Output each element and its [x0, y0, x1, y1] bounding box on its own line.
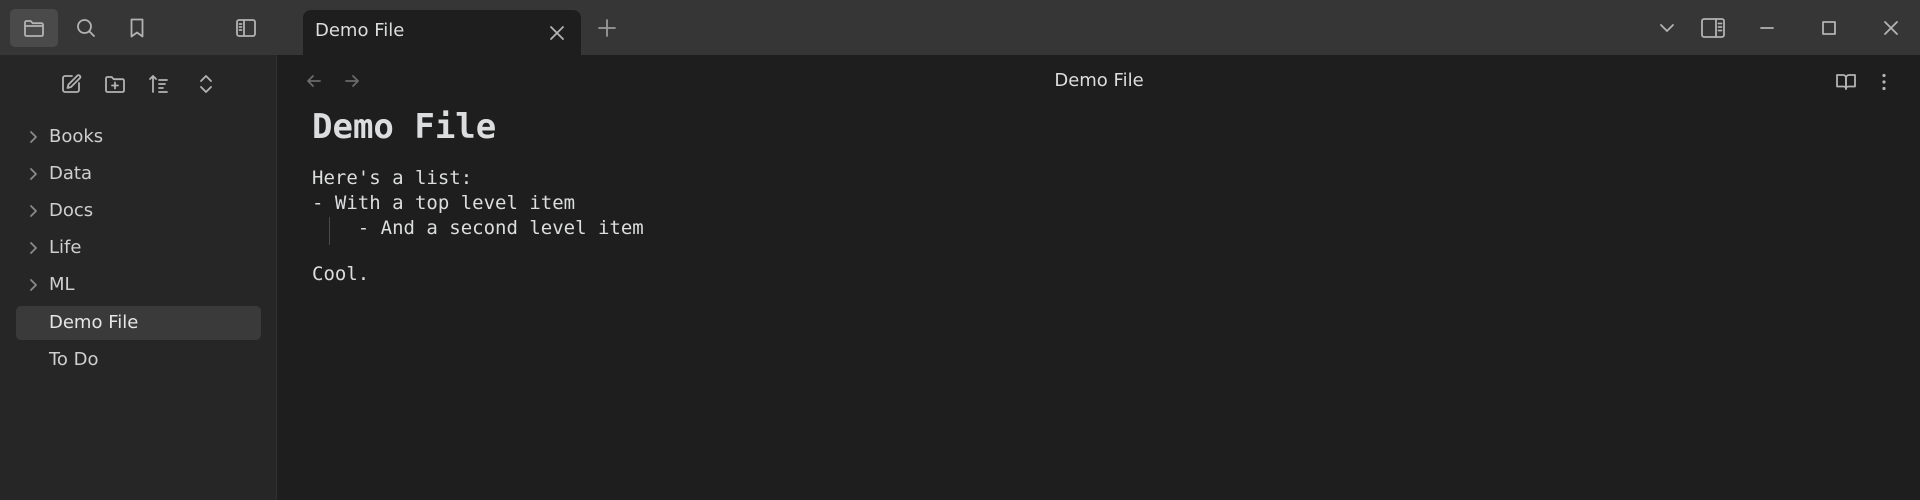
- close-icon: [550, 26, 564, 40]
- sidebar-toggle-icon: [236, 19, 256, 37]
- close-icon: [1884, 21, 1898, 35]
- folder-item-ml[interactable]: ML: [16, 268, 261, 302]
- file-explorer: Books Data Docs Life ML Demo File To Do: [0, 55, 277, 500]
- tree-item-label: ML: [49, 274, 75, 295]
- new-note-icon: [62, 74, 82, 93]
- sort-icon: [149, 75, 168, 93]
- folder-item-life[interactable]: Life: [16, 231, 261, 265]
- tree-item-label: To Do: [49, 349, 99, 370]
- collapse-all-icon: [200, 75, 212, 93]
- files-button[interactable]: [10, 9, 58, 47]
- chevron-down-icon: [1660, 24, 1674, 32]
- list-item-level-2[interactable]: - And a second level item: [312, 217, 644, 239]
- new-tab-button[interactable]: [594, 15, 620, 41]
- toggle-right-sidebar-button[interactable]: [1698, 13, 1728, 43]
- list-item-level-1[interactable]: - With a top level item: [312, 192, 575, 214]
- close-tab-button[interactable]: [545, 21, 569, 45]
- view-header-title[interactable]: Demo File: [278, 70, 1920, 91]
- new-folder-button[interactable]: [100, 69, 130, 99]
- book-open-icon: [1836, 74, 1856, 90]
- toggle-sidebar-button[interactable]: [222, 9, 270, 47]
- tree-item-label: Life: [49, 237, 82, 258]
- chevron-right-icon: [24, 239, 42, 257]
- folder-item-docs[interactable]: Docs: [16, 194, 261, 228]
- close-window-button[interactable]: [1876, 13, 1906, 43]
- bookmark-icon: [130, 18, 144, 38]
- new-note-button[interactable]: [56, 69, 86, 99]
- more-options-button[interactable]: [1870, 68, 1898, 96]
- document-line[interactable]: Here's a list:: [312, 167, 472, 189]
- folder-icon: [24, 20, 44, 37]
- file-item-to-do[interactable]: To Do: [16, 343, 261, 377]
- search-button[interactable]: [62, 9, 110, 47]
- document-heading[interactable]: Demo File: [312, 107, 496, 147]
- editor-pane: Demo File Demo File Here's a list: - Wit…: [278, 55, 1920, 500]
- reading-view-button[interactable]: [1832, 68, 1860, 96]
- chevron-right-icon: [24, 276, 42, 294]
- chevron-right-icon: [24, 128, 42, 146]
- maximize-icon: [1822, 21, 1836, 35]
- maximize-button[interactable]: [1814, 13, 1844, 43]
- tab-label: Demo File: [315, 20, 405, 41]
- file-item-demo-file[interactable]: Demo File: [16, 306, 261, 340]
- collapse-all-button[interactable]: [191, 69, 221, 99]
- tree-item-label: Docs: [49, 200, 94, 221]
- minimize-icon: [1760, 27, 1774, 29]
- tree-item-label: Books: [49, 126, 104, 147]
- new-folder-icon: [105, 76, 125, 93]
- folder-item-books[interactable]: Books: [16, 120, 261, 154]
- document-line[interactable]: Cool.: [312, 263, 369, 285]
- plus-icon: [598, 19, 616, 37]
- bookmarks-button[interactable]: [113, 9, 161, 47]
- chevron-right-icon: [24, 165, 42, 183]
- folder-item-data[interactable]: Data: [16, 157, 261, 191]
- minimize-button[interactable]: [1752, 13, 1782, 43]
- tab-demo-file[interactable]: Demo File: [303, 10, 581, 55]
- tab-list-button[interactable]: [1652, 13, 1682, 43]
- more-vertical-icon: [1882, 73, 1886, 91]
- search-icon: [77, 19, 95, 37]
- tree-item-label: Demo File: [49, 312, 139, 333]
- title-bar: Demo File: [0, 0, 1920, 55]
- tree-item-label: Data: [49, 163, 92, 184]
- sort-button[interactable]: [144, 69, 174, 99]
- chevron-right-icon: [24, 202, 42, 220]
- right-sidebar-icon: [1701, 18, 1725, 38]
